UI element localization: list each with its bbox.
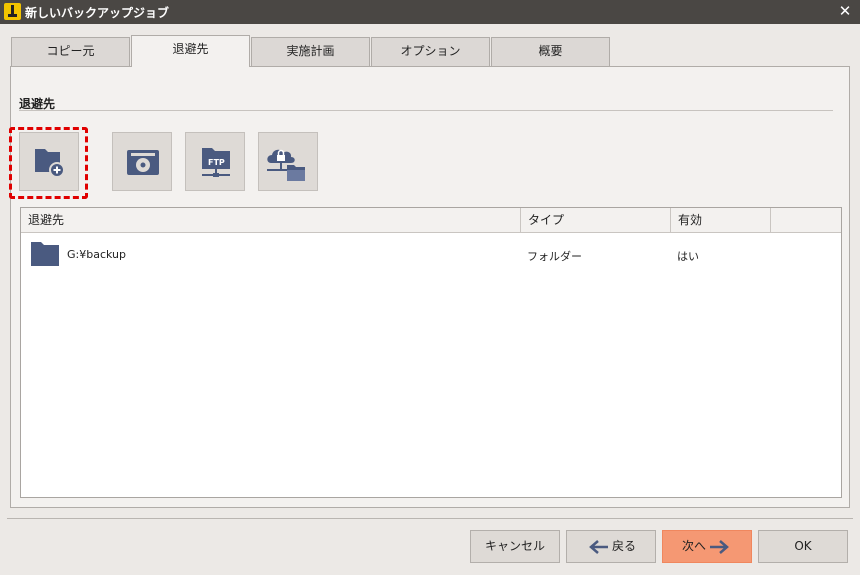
column-header-destination[interactable]: 退避先: [21, 208, 521, 232]
destination-table: 退避先 タイプ 有効 G:¥backup フォルダー はい: [20, 207, 842, 498]
folder-icon: [31, 242, 59, 266]
footer-divider: [7, 518, 853, 519]
arrow-left-icon: [589, 539, 608, 554]
back-button-label: 戻る: [611, 539, 636, 553]
row-path: G:¥backup: [67, 248, 126, 261]
next-button-label: 次へ: [681, 539, 706, 553]
add-folder-destination-button[interactable]: [19, 132, 79, 191]
next-button[interactable]: 次へ: [662, 530, 752, 563]
ftp-folder-icon: FTP: [202, 148, 230, 177]
column-header-extra: [771, 208, 841, 232]
folder-add-icon: [35, 149, 65, 178]
cloud-network-folder-icon: [267, 149, 305, 181]
column-header-type[interactable]: タイプ: [521, 208, 671, 232]
cancel-button[interactable]: キャンセル: [470, 530, 560, 563]
arrow-right-icon: [710, 539, 729, 554]
row-type: フォルダー: [527, 250, 582, 263]
close-button[interactable]: ✕: [830, 0, 860, 24]
table-header: 退避先 タイプ 有効: [21, 208, 841, 233]
svg-text:FTP: FTP: [208, 158, 225, 167]
tab-destination[interactable]: 退避先: [131, 35, 250, 67]
add-disk-destination-button[interactable]: [112, 132, 172, 191]
window-title: 新しいバックアップジョブ: [25, 6, 170, 20]
back-button[interactable]: 戻る: [566, 530, 656, 563]
table-row[interactable]: G:¥backup フォルダー はい: [21, 236, 841, 272]
ok-button-label: OK: [794, 539, 812, 553]
tab-schedule[interactable]: 実施計画: [251, 37, 370, 66]
tab-options[interactable]: オプション: [371, 37, 490, 66]
column-header-enabled[interactable]: 有効: [671, 208, 771, 232]
section-divider: [19, 110, 833, 111]
app-icon: [4, 3, 21, 20]
tab-source[interactable]: コピー元: [11, 37, 130, 66]
ok-button[interactable]: OK: [758, 530, 848, 563]
disk-icon: [127, 150, 159, 175]
add-cloud-nas-destination-button[interactable]: [258, 132, 318, 191]
row-enabled: はい: [677, 250, 699, 263]
title-bar: 新しいバックアップジョブ ✕: [0, 0, 860, 24]
tab-summary[interactable]: 概要: [491, 37, 610, 66]
cancel-button-label: キャンセル: [484, 539, 545, 553]
add-ftp-destination-button[interactable]: FTP: [185, 132, 245, 191]
